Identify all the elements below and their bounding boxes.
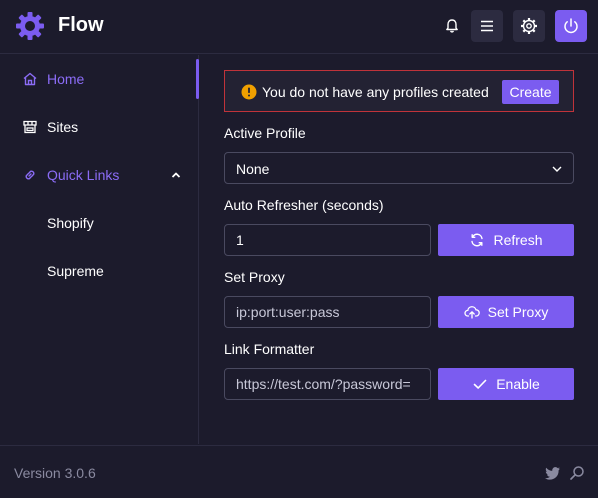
settings-icon [521,18,537,34]
proxy-input[interactable] [224,296,431,328]
twitter-icon[interactable] [545,465,561,481]
footer: Version 3.0.6 [0,445,598,498]
version-text: Version 3.0.6 [14,465,96,481]
active-profile-label: Active Profile [224,125,306,141]
sidebar-active-indicator [196,59,199,99]
auto-refresher-input[interactable] [224,224,431,256]
bell-icon [446,19,458,33]
power-button[interactable] [555,10,587,42]
sidebar-subitem-supreme[interactable]: Supreme [0,255,198,287]
sidebar-subitem-shopify[interactable]: Shopify [0,207,198,239]
store-icon [23,120,37,134]
header: Flow [0,0,598,54]
search-icon[interactable] [569,465,585,481]
check-icon [473,379,487,389]
enable-button-label: Enable [496,376,540,392]
refresh-icon [471,233,484,247]
sidebar-item-sites[interactable]: Sites [0,111,198,143]
chevron-down-icon [552,166,562,172]
alert-message: You do not have any profiles created [262,84,489,100]
sidebar-item-label: Sites [47,119,79,135]
app-window: Flow Home Sites Quick Links Shopify Supr… [0,0,598,498]
notifications-button[interactable] [436,10,468,42]
sidebar-item-label: Supreme [47,263,104,279]
auto-refresher-label: Auto Refresher (seconds) [224,197,384,213]
power-icon [564,18,578,34]
active-profile-value: None [236,161,270,177]
set-proxy-label: Set Proxy [224,269,285,285]
sidebar-item-label: Shopify [47,215,94,231]
set-proxy-button-label: Set Proxy [487,304,549,320]
sidebar-item-home[interactable]: Home [0,63,198,95]
link-icon [25,170,35,180]
active-profile-select[interactable]: None [224,152,574,184]
settings-button[interactable] [513,10,545,42]
warning-icon [241,84,257,100]
link-formatter-input[interactable] [224,368,431,400]
app-title: Flow [58,14,104,36]
create-profile-button[interactable]: Create [502,80,559,104]
sidebar-item-label: Home [47,71,85,87]
enable-button[interactable]: Enable [438,368,574,400]
link-formatter-label: Link Formatter [224,341,315,357]
logo-gear-icon [16,12,44,40]
refresh-button[interactable]: Refresh [438,224,574,256]
menu-button[interactable] [471,10,503,42]
refresh-button-label: Refresh [493,232,543,248]
cloud-upload-icon [464,306,480,319]
no-profiles-alert: You do not have any profiles created Cre… [224,70,574,112]
chevron-up-icon[interactable] [170,169,182,181]
home-icon [23,72,37,86]
set-proxy-button[interactable]: Set Proxy [438,296,574,328]
sidebar-item-quick-links[interactable]: Quick Links [0,159,198,191]
sidebar-item-label: Quick Links [47,167,120,183]
menu-icon [481,20,493,32]
sidebar: Home Sites Quick Links Shopify Supreme [0,55,199,444]
